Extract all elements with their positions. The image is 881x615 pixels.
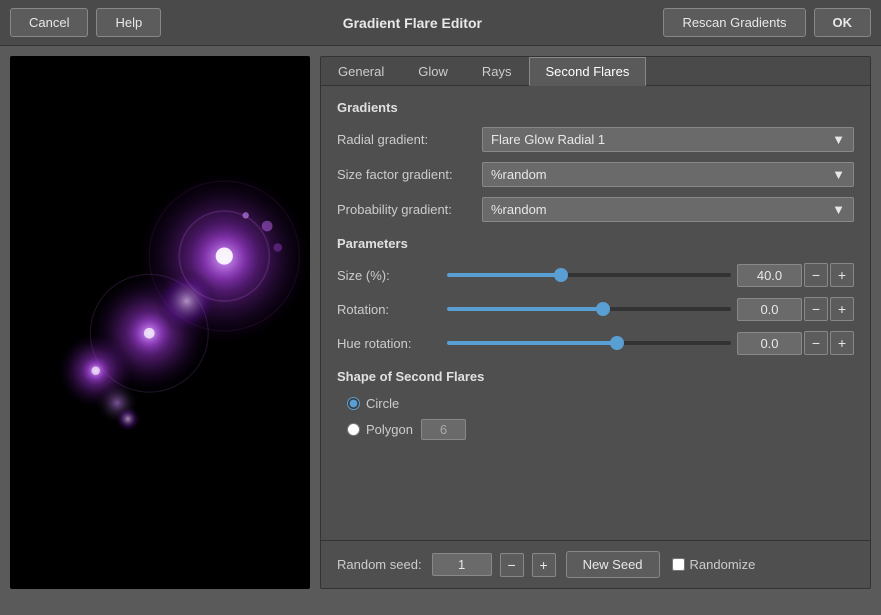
prob-dropdown[interactable]: %random ▼ bbox=[482, 197, 854, 222]
tab-glow[interactable]: Glow bbox=[401, 57, 465, 85]
polygon-label: Polygon bbox=[366, 422, 413, 437]
size-thumb[interactable] bbox=[554, 268, 568, 282]
size-label: Size (%): bbox=[337, 268, 447, 283]
new-seed-button[interactable]: New Seed bbox=[566, 551, 660, 578]
size-factor-label: Size factor gradient: bbox=[337, 167, 482, 182]
tab-second-flares[interactable]: Second Flares bbox=[529, 57, 647, 86]
seed-label: Random seed: bbox=[337, 557, 422, 572]
help-button[interactable]: Help bbox=[96, 8, 161, 37]
size-factor-dropdown[interactable]: %random ▼ bbox=[482, 162, 854, 187]
gradients-header: Gradients bbox=[337, 100, 854, 115]
hue-value[interactable] bbox=[737, 332, 802, 355]
prob-label: Probability gradient: bbox=[337, 202, 482, 217]
size-factor-dropdown-arrow: ▼ bbox=[832, 167, 845, 182]
rotation-label: Rotation: bbox=[337, 302, 447, 317]
polygon-radio-row: Polygon bbox=[347, 419, 854, 440]
rotation-minus-button[interactable]: − bbox=[804, 297, 828, 321]
seed-input[interactable] bbox=[432, 553, 492, 576]
toolbar: Cancel Help Gradient Flare Editor Rescan… bbox=[0, 0, 881, 46]
size-factor-row: Size factor gradient: %random ▼ bbox=[337, 162, 854, 187]
seed-minus-button[interactable]: − bbox=[500, 553, 524, 577]
prob-value: %random bbox=[491, 202, 547, 217]
main-layout: General Glow Rays Second Flares Gradient… bbox=[0, 46, 881, 599]
right-panel: General Glow Rays Second Flares Gradient… bbox=[320, 56, 871, 589]
cancel-button[interactable]: Cancel bbox=[10, 8, 88, 37]
hue-plus-button[interactable]: + bbox=[830, 331, 854, 355]
seed-plus-button[interactable]: + bbox=[532, 553, 556, 577]
rotation-fill bbox=[447, 307, 603, 311]
size-factor-value: %random bbox=[491, 167, 547, 182]
radial-label: Radial gradient: bbox=[337, 132, 482, 147]
size-plus-button[interactable]: + bbox=[830, 263, 854, 287]
radial-value: Flare Glow Radial 1 bbox=[491, 132, 605, 147]
size-fill bbox=[447, 273, 561, 277]
randomize-label: Randomize bbox=[690, 557, 756, 572]
radial-dropdown-arrow: ▼ bbox=[832, 132, 845, 147]
rotation-thumb[interactable] bbox=[596, 302, 610, 316]
preview-canvas bbox=[10, 56, 310, 589]
radial-gradient-row: Radial gradient: Flare Glow Radial 1 ▼ bbox=[337, 127, 854, 152]
shape-header: Shape of Second Flares bbox=[337, 369, 854, 384]
gradients-section: Gradients Radial gradient: Flare Glow Ra… bbox=[337, 100, 854, 222]
size-track bbox=[447, 273, 731, 277]
hue-track bbox=[447, 341, 731, 345]
hue-minus-button[interactable]: − bbox=[804, 331, 828, 355]
hue-label: Hue rotation: bbox=[337, 336, 447, 351]
rotation-slider-container[interactable] bbox=[447, 299, 731, 319]
size-row: Size (%): − + bbox=[337, 263, 854, 287]
parameters-header: Parameters bbox=[337, 236, 854, 251]
toolbar-title: Gradient Flare Editor bbox=[169, 15, 655, 31]
ok-button[interactable]: OK bbox=[814, 8, 872, 37]
circle-radio-row: Circle bbox=[347, 396, 854, 411]
rotation-plus-button[interactable]: + bbox=[830, 297, 854, 321]
parameters-section: Parameters Size (%): − + bbox=[337, 236, 854, 355]
randomize-checkbox[interactable] bbox=[672, 558, 685, 571]
polygon-radio[interactable] bbox=[347, 423, 360, 436]
tab-rays[interactable]: Rays bbox=[465, 57, 529, 85]
shape-options: Circle Polygon bbox=[337, 396, 854, 440]
prob-dropdown-arrow: ▼ bbox=[832, 202, 845, 217]
rotation-row: Rotation: − + bbox=[337, 297, 854, 321]
rescan-button[interactable]: Rescan Gradients bbox=[663, 8, 805, 37]
hue-row: Hue rotation: − + bbox=[337, 331, 854, 355]
size-value[interactable] bbox=[737, 264, 802, 287]
preview-panel bbox=[10, 56, 310, 589]
hue-fill bbox=[447, 341, 617, 345]
size-slider-container[interactable] bbox=[447, 265, 731, 285]
tabs: General Glow Rays Second Flares bbox=[321, 57, 870, 86]
circle-label: Circle bbox=[366, 396, 399, 411]
polygon-sides-input[interactable] bbox=[421, 419, 466, 440]
content-area: Gradients Radial gradient: Flare Glow Ra… bbox=[321, 86, 870, 540]
prob-row: Probability gradient: %random ▼ bbox=[337, 197, 854, 222]
rotation-value[interactable] bbox=[737, 298, 802, 321]
randomize-row: Randomize bbox=[672, 557, 756, 572]
bottom-row: Random seed: − + New Seed Randomize bbox=[321, 540, 870, 588]
hue-thumb[interactable] bbox=[610, 336, 624, 350]
circle-radio[interactable] bbox=[347, 397, 360, 410]
hue-slider-container[interactable] bbox=[447, 333, 731, 353]
shape-section: Shape of Second Flares Circle Polygon bbox=[337, 369, 854, 440]
size-minus-button[interactable]: − bbox=[804, 263, 828, 287]
tab-general[interactable]: General bbox=[321, 57, 401, 85]
rotation-track bbox=[447, 307, 731, 311]
radial-dropdown[interactable]: Flare Glow Radial 1 ▼ bbox=[482, 127, 854, 152]
